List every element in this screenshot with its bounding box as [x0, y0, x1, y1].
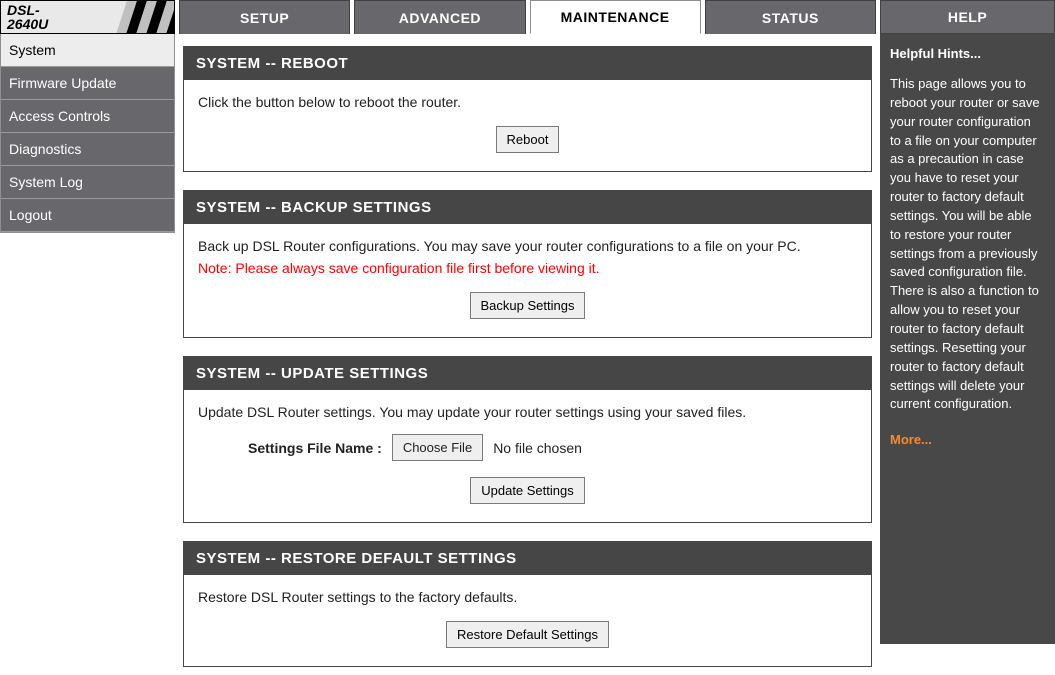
panel-restore-text: Restore DSL Router settings to the facto… [198, 589, 857, 605]
panel-reboot: SYSTEM -- REBOOT Click the button below … [183, 46, 872, 172]
main-tabs: SETUP ADVANCED MAINTENANCE STATUS [179, 0, 876, 34]
panel-backup-title: SYSTEM -- BACKUP SETTINGS [184, 191, 871, 224]
tab-maintenance[interactable]: MAINTENANCE [530, 0, 701, 34]
panel-update-text: Update DSL Router settings. You may upda… [198, 404, 857, 420]
restore-default-button[interactable]: Restore Default Settings [446, 621, 609, 648]
help-title: Helpful Hints... [890, 46, 1045, 61]
update-settings-button[interactable]: Update Settings [470, 477, 585, 504]
backup-settings-button[interactable]: Backup Settings [470, 292, 586, 319]
sidebar-item-system[interactable]: System [1, 34, 174, 67]
help-more-link[interactable]: More... [890, 432, 1045, 447]
sidebar-item-diagnostics[interactable]: Diagnostics [1, 133, 174, 166]
sidebar-item-access-controls[interactable]: Access Controls [1, 100, 174, 133]
panel-reboot-title: SYSTEM -- REBOOT [184, 47, 871, 80]
device-logo: DSL- 2640U [0, 0, 175, 34]
panel-backup-text: Back up DSL Router configurations. You m… [198, 238, 857, 254]
file-chosen-status: No file chosen [493, 440, 582, 456]
help-panel: Helpful Hints... This page allows you to… [880, 34, 1055, 644]
panel-backup-note: Note: Please always save configuration f… [198, 260, 857, 276]
panel-backup: SYSTEM -- BACKUP SETTINGS Back up DSL Ro… [183, 190, 872, 338]
tab-advanced[interactable]: ADVANCED [354, 0, 525, 34]
sidebar-menu: System Firmware Update Access Controls D… [0, 34, 175, 233]
reboot-button[interactable]: Reboot [496, 126, 560, 153]
tab-status[interactable]: STATUS [705, 0, 876, 34]
sidebar-item-system-log[interactable]: System Log [1, 166, 174, 199]
sidebar-item-logout[interactable]: Logout [1, 199, 174, 232]
panel-reboot-text: Click the button below to reboot the rou… [198, 94, 857, 110]
panel-restore-title: SYSTEM -- RESTORE DEFAULT SETTINGS [184, 542, 871, 575]
help-text: This page allows you to reboot your rout… [890, 75, 1045, 414]
panel-restore: SYSTEM -- RESTORE DEFAULT SETTINGS Resto… [183, 541, 872, 667]
tab-help[interactable]: HELP [880, 0, 1055, 34]
choose-file-button[interactable]: Choose File [392, 434, 483, 461]
sidebar-item-firmware-update[interactable]: Firmware Update [1, 67, 174, 100]
logo-slashes-icon [104, 0, 174, 34]
tab-setup[interactable]: SETUP [179, 0, 350, 34]
device-model: DSL- 2640U [7, 3, 48, 31]
panel-update: SYSTEM -- UPDATE SETTINGS Update DSL Rou… [183, 356, 872, 523]
panel-update-title: SYSTEM -- UPDATE SETTINGS [184, 357, 871, 390]
settings-file-label: Settings File Name : [248, 440, 382, 456]
